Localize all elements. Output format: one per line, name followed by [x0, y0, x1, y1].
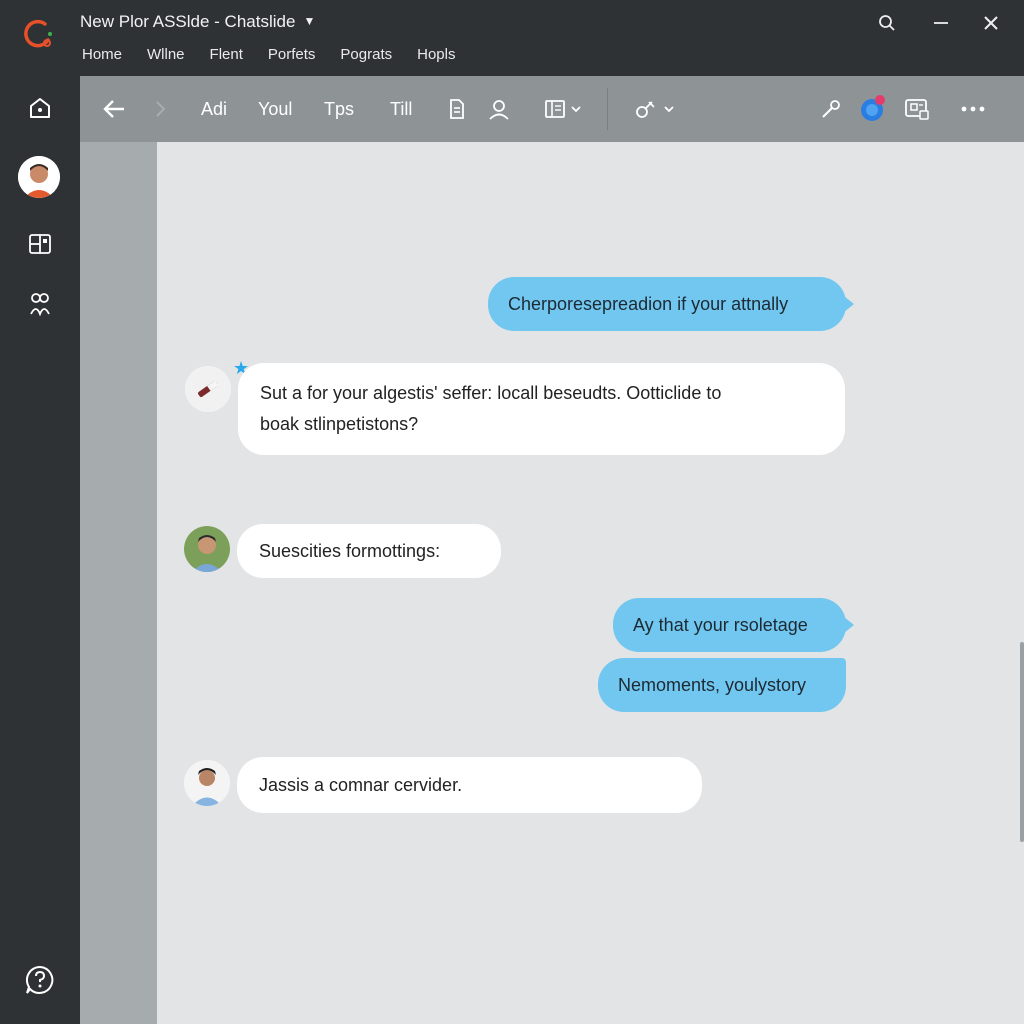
message-incoming[interactable]: Suescities formottings: [237, 524, 501, 578]
message-text-line-2: boak stlinpetistons? [260, 414, 419, 434]
user-avatar[interactable] [18, 156, 60, 198]
message-incoming[interactable]: Jassis a comnar cervider. [237, 757, 702, 813]
menu-item-3[interactable]: Flent [210, 46, 243, 63]
title-bar: New Plor ASSlde - Chatslide ▼ Home Wllne … [0, 0, 1024, 76]
bubble-tail [844, 617, 854, 633]
toolbar-item-2[interactable]: Youl [258, 76, 292, 142]
menu-item-home[interactable]: Home [82, 46, 122, 63]
left-rail [0, 76, 80, 1024]
notification-avatar-icon[interactable] [858, 76, 888, 142]
screen-share-icon[interactable] [904, 76, 930, 142]
message-outgoing[interactable]: Ay that your rsoletage [613, 598, 846, 652]
layout-icon[interactable] [20, 224, 60, 264]
more-options-icon[interactable] [960, 76, 986, 142]
chat-help-icon[interactable] [20, 960, 60, 1000]
menu-item-5[interactable]: Pograts [340, 46, 392, 63]
bot-avatar[interactable] [185, 366, 231, 412]
person-icon[interactable] [488, 76, 510, 142]
search-icon[interactable] [874, 10, 900, 36]
forward-arrow-icon[interactable] [154, 76, 166, 142]
toolbar-item-4[interactable]: Till [390, 76, 412, 142]
panel-dropdown-icon[interactable] [544, 76, 586, 142]
menu-item-2[interactable]: Wllne [147, 46, 185, 63]
menu-bar: Home Wllne Flent Porfets Pograts Hopls [82, 46, 480, 63]
message-text: Nemoments, youlystory [618, 674, 807, 695]
key-icon[interactable] [820, 76, 842, 142]
scrollbar[interactable] [1020, 642, 1024, 842]
people-icon[interactable] [20, 284, 60, 324]
menu-item-6[interactable]: Hopls [417, 46, 455, 63]
home-icon[interactable] [20, 88, 60, 128]
user-avatar-2[interactable] [184, 526, 230, 572]
bubble-tail [844, 296, 854, 312]
message-outgoing[interactable]: Nemoments, youlystory [598, 658, 846, 712]
close-icon[interactable] [978, 10, 1004, 36]
back-arrow-icon[interactable] [102, 76, 126, 142]
message-incoming[interactable]: Sut a for your algestis' seffer: locall … [238, 363, 845, 455]
toolbar-divider [607, 88, 608, 130]
message-text: Suescities formottings: [259, 540, 441, 561]
message-text: Cherporesepreadion if your attnally [508, 293, 789, 314]
minimize-icon[interactable] [928, 10, 954, 36]
message-text: Ay that your rsoletage [633, 614, 808, 635]
toolbar-item-3[interactable]: Tps [324, 76, 354, 142]
message-outgoing[interactable]: Cherporesepreadion if your attnally [488, 277, 846, 331]
toolbar: Adi Youl Tps Till [80, 76, 1024, 142]
toolbar-item-1[interactable]: Adi [201, 76, 227, 142]
user-avatar-3[interactable] [184, 760, 230, 806]
message-text-line-1: Sut a for your algestis' seffer: locall … [260, 383, 722, 403]
app-logo-icon [18, 14, 58, 54]
window-title-text: New Plor ASSlde - Chatslide [80, 12, 296, 31]
window-title[interactable]: New Plor ASSlde - Chatslide ▼ [80, 12, 315, 32]
document-icon[interactable] [446, 76, 466, 142]
message-text: Jassis a comnar cervider. [259, 774, 463, 795]
side-panel [80, 142, 157, 1024]
chat-thread: Cherporesepreadion if your attnally ★ Su… [157, 142, 1024, 1024]
chevron-down-icon[interactable]: ▼ [303, 14, 315, 28]
menu-item-4[interactable]: Porfets [268, 46, 316, 63]
tools-dropdown-icon[interactable] [634, 76, 678, 142]
